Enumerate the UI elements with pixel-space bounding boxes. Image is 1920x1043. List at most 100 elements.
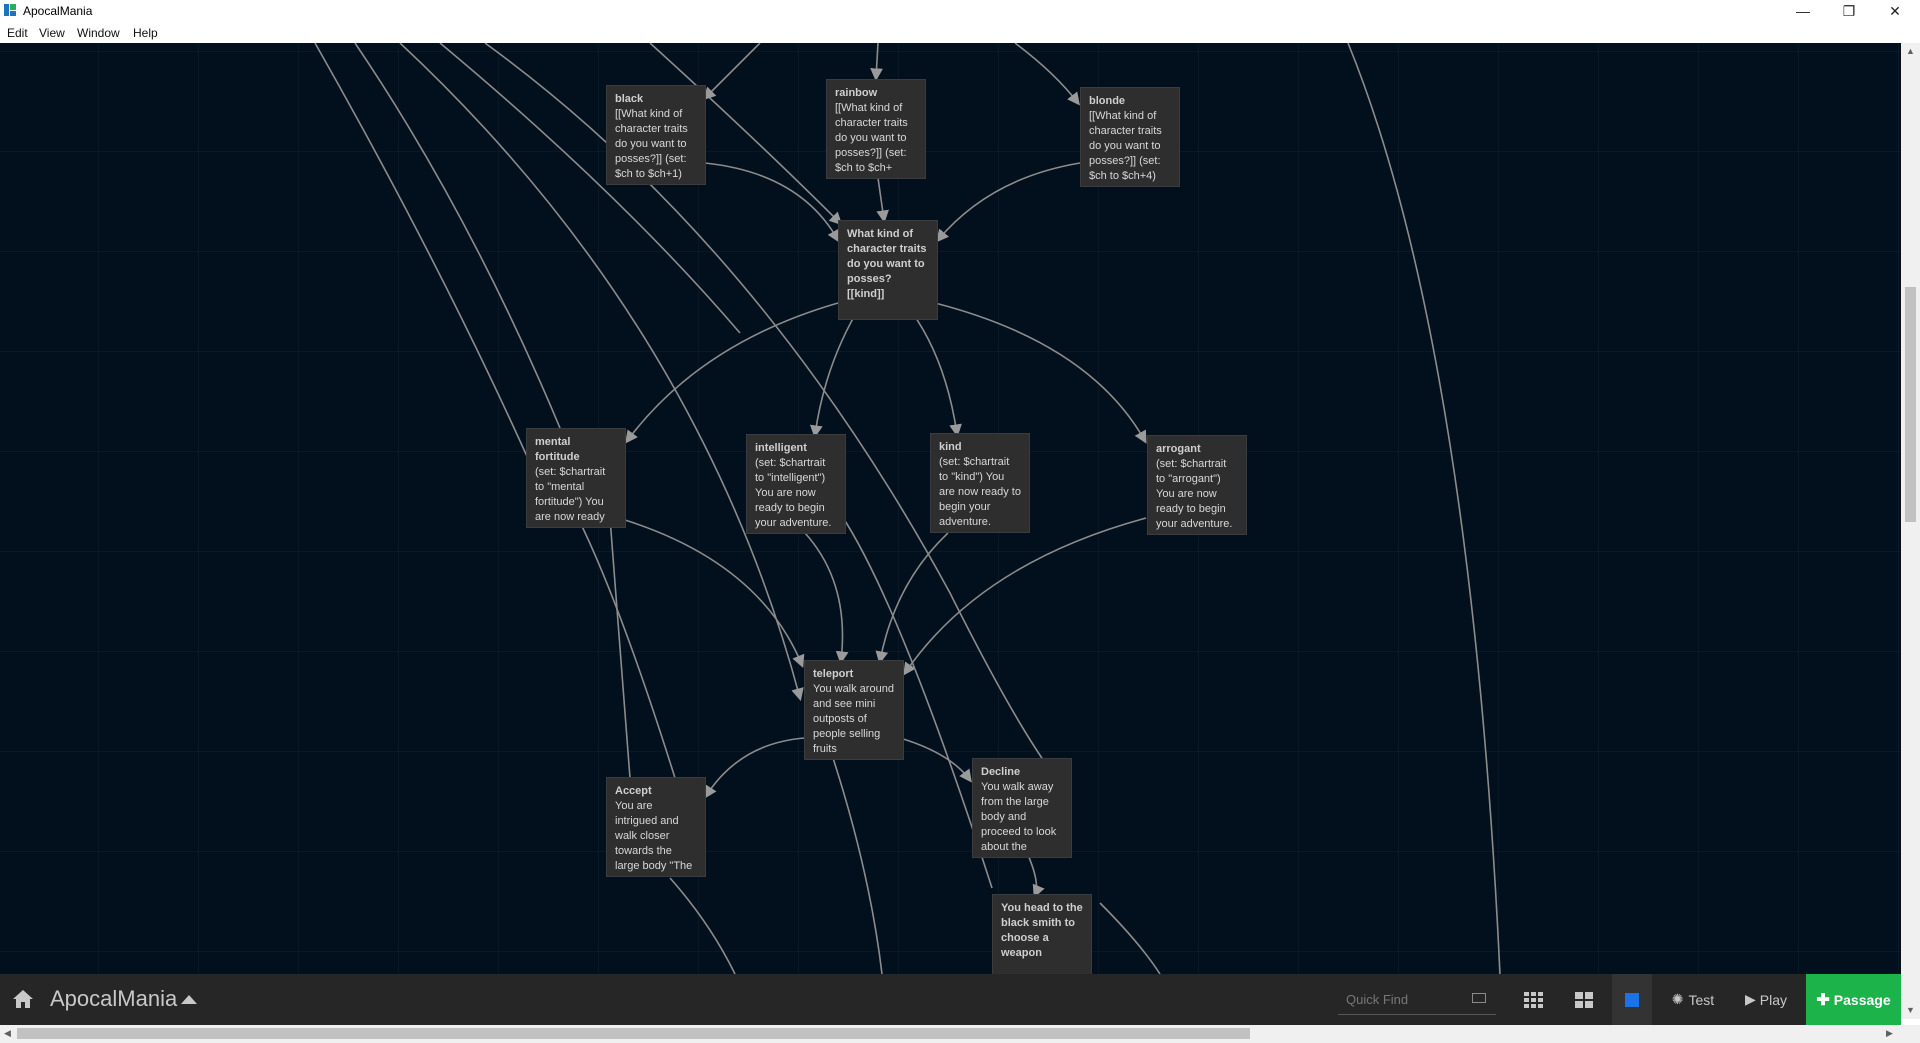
link-line <box>484 43 1061 784</box>
menu-view[interactable]: View <box>39 26 65 40</box>
link-line <box>1027 854 1045 898</box>
passage-card-accept[interactable]: Accept You are intrigued and walk closer… <box>606 777 706 877</box>
passage-card-intelligent[interactable]: intelligent (set: $chartrait to "intelli… <box>746 434 846 534</box>
passage-excerpt: (set: $chartrait to "mental fortitude") … <box>535 466 609 523</box>
caret-up-icon[interactable] <box>181 995 197 1004</box>
passage-excerpt: You are intrigued and walk closer toward… <box>615 800 693 872</box>
zoom-large-button[interactable] <box>1612 974 1652 1025</box>
add-passage-label: Passage <box>1833 991 1891 1008</box>
link-line <box>669 877 736 974</box>
passage-excerpt: You walk away from the large body and pr… <box>981 781 1060 853</box>
passage-card-character-traits[interactable]: What kind of character traits do you wan… <box>838 220 938 320</box>
vertical-scroll-thumb[interactable] <box>1905 287 1916 522</box>
quick-find <box>1338 984 1496 1015</box>
link-line <box>609 517 631 779</box>
link-line <box>1014 43 1080 106</box>
link-line <box>702 43 761 101</box>
passage-card-blonde[interactable]: blonde [[What kind of character traits d… <box>1080 87 1180 187</box>
link-line <box>899 737 972 783</box>
passage-excerpt: [[What kind of character traits do you w… <box>1089 110 1165 182</box>
scroll-down-icon[interactable]: ▼ <box>1906 1005 1915 1015</box>
passage-title: Accept <box>615 785 652 797</box>
vertical-scrollbar[interactable]: ▲ ▼ <box>1901 43 1920 1019</box>
passage-title: black <box>615 93 644 105</box>
play-label: Play <box>1759 991 1787 1008</box>
link-line <box>354 43 561 429</box>
link-line <box>804 532 849 665</box>
restore-button[interactable]: ❐ <box>1826 0 1872 22</box>
link-line <box>876 177 889 224</box>
minimize-icon: — <box>1796 3 1810 19</box>
scroll-up-icon[interactable]: ▲ <box>1906 46 1915 56</box>
passage-title: Decline <box>981 766 1021 778</box>
passage-excerpt: (set: $chartrait to "kind") You are now … <box>939 456 1024 528</box>
menu-edit[interactable]: Edit <box>7 26 28 40</box>
passage-title: arrogant <box>1156 443 1201 455</box>
link-line <box>624 519 805 668</box>
menu-help[interactable]: Help <box>133 26 158 40</box>
horizontal-scroll-thumb[interactable] <box>17 1028 1250 1039</box>
link-line <box>870 43 883 82</box>
horizontal-scrollbar[interactable]: ◀ ▶ <box>0 1025 1901 1043</box>
passage-card-mental-fortitude[interactable]: mental fortitude (set: $chartrait to "me… <box>526 428 626 528</box>
test-button[interactable]: ✺ Test <box>1662 974 1724 1025</box>
passage-card-black[interactable]: black [[What kind of character traits do… <box>606 85 706 185</box>
story-map-canvas[interactable]: black [[What kind of character traits do… <box>0 43 1901 974</box>
zoom-medium-button[interactable] <box>1566 974 1602 1025</box>
passage-excerpt: (set: $chartrait to "arrogant") You are … <box>1156 458 1233 530</box>
app-logo-icon <box>4 4 16 16</box>
story-toolbar: ApocalMania Quick Find ✺ Test ▶ Play ✚ P… <box>0 974 1901 1025</box>
passage-title: blonde <box>1089 95 1126 107</box>
passage-card-kind[interactable]: kind (set: $chartrait to "kind") You are… <box>930 433 1030 533</box>
passage-card-arrogant[interactable]: arrogant (set: $chartrait to "arrogant")… <box>1147 435 1247 535</box>
scroll-right-icon[interactable]: ▶ <box>1886 1028 1893 1039</box>
add-passage-button[interactable]: ✚ Passage <box>1806 974 1901 1025</box>
link-line <box>704 737 806 799</box>
scroll-left-icon[interactable]: ◀ <box>4 1028 11 1039</box>
passage-card-rainbow[interactable]: rainbow [[What kind of character traits … <box>826 79 926 179</box>
link-line <box>934 302 1147 444</box>
passage-excerpt: You walk around and see mini outposts of… <box>813 683 897 755</box>
link-line <box>903 517 1147 676</box>
close-button[interactable]: ✕ <box>1872 0 1918 22</box>
passage-title: What kind of character traits do you wan… <box>847 228 927 300</box>
quick-find-input[interactable] <box>1344 988 1458 1010</box>
app-window: ApocalMania — ❐ ✕ Edit View Window Help <box>0 0 1920 1043</box>
play-icon: ▶ <box>1744 991 1756 1007</box>
passage-card-decline[interactable]: Decline You walk away from the large bod… <box>972 758 1072 858</box>
link-line <box>314 43 531 464</box>
bug-icon: ✺ <box>1671 991 1684 1007</box>
highlight-filter-icon[interactable] <box>1472 993 1486 1003</box>
test-label: Test <box>1688 991 1715 1008</box>
title-bar: ApocalMania — ❐ ✕ <box>0 0 1920 22</box>
square-icon <box>1625 992 1639 1007</box>
link-line <box>832 757 883 974</box>
passage-title: You head to the black smith to choose a … <box>1001 902 1083 959</box>
menu-window[interactable]: Window <box>77 26 120 40</box>
passage-title: rainbow <box>835 87 878 99</box>
passage-excerpt: [[What kind of character traits do you w… <box>835 102 911 174</box>
plus-icon: ✚ <box>1816 991 1830 1009</box>
link-line <box>1347 43 1501 974</box>
passage-title: teleport <box>813 668 854 680</box>
story-title[interactable]: ApocalMania <box>50 986 177 1012</box>
play-button[interactable]: ▶ Play <box>1736 974 1796 1025</box>
passage-excerpt: (set: $chartrait to "intelligent") You a… <box>755 457 832 529</box>
passage-card-teleport[interactable]: teleport You walk around and see mini ou… <box>804 660 904 760</box>
passage-card-blacksmith[interactable]: You head to the black smith to choose a … <box>992 894 1092 974</box>
zoom-small-button[interactable] <box>1516 974 1552 1025</box>
passage-title: kind <box>939 441 962 453</box>
grid-medium-icon <box>1575 991 1593 1008</box>
home-icon[interactable] <box>12 989 34 1009</box>
restore-icon: ❐ <box>1842 2 1856 19</box>
passage-title: intelligent <box>755 442 807 454</box>
minimize-button[interactable]: — <box>1780 0 1826 22</box>
passage-title: mental fortitude <box>535 436 580 463</box>
link-line <box>399 43 804 702</box>
menu-bar: Edit View Window Help <box>0 22 1920 43</box>
passage-excerpt: [[What kind of character traits do you w… <box>615 108 691 180</box>
scrollbar-corner <box>1901 1025 1920 1043</box>
grid-small-icon <box>1524 991 1543 1008</box>
link-line <box>809 302 863 439</box>
link-line <box>935 162 1081 243</box>
